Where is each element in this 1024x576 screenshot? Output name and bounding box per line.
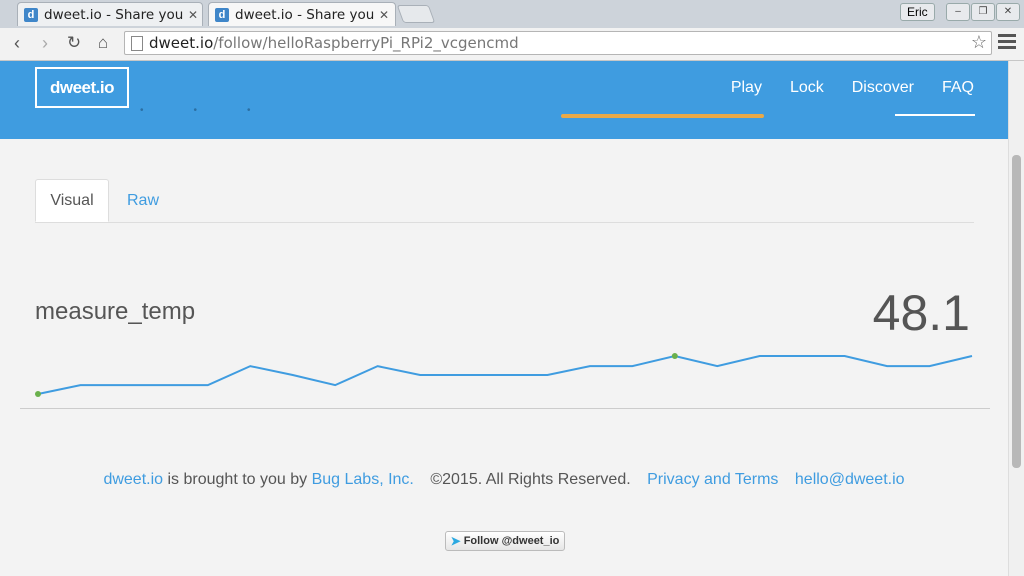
nav-discover[interactable]: Discover (852, 79, 914, 97)
new-tab-button[interactable] (396, 5, 436, 23)
browser-tab-2[interactable]: d dweet.io - Share you ✕ (208, 2, 396, 26)
header-decoration (895, 114, 975, 116)
sparkline-chart (35, 353, 973, 397)
back-icon[interactable]: ‹ (6, 32, 28, 54)
footer: dweet.io is brought to you by Bug Labs, … (0, 471, 1008, 489)
browser-toolbar: ‹ › ↻ ⌂ dweet.io/follow/helloRaspberryPi… (0, 28, 1024, 61)
close-window-icon[interactable]: ✕ (996, 3, 1020, 21)
metric-name: measure_temp (35, 298, 196, 325)
sparkline-marker (35, 391, 41, 397)
view-tabs: Visual Raw (35, 179, 974, 223)
scrollbar-thumb[interactable] (1012, 155, 1021, 468)
site-header: dweet.io ••• Play Lock Discover FAQ (0, 61, 1008, 139)
maximize-icon[interactable]: ❐ (971, 3, 995, 21)
reload-icon[interactable]: ↻ (63, 32, 85, 54)
metric-value: 48.1 (872, 285, 970, 341)
twitter-bird-icon: ➤ (450, 534, 461, 548)
main-nav: Play Lock Discover FAQ (731, 79, 974, 97)
site-logo[interactable]: dweet.io (35, 67, 129, 108)
footer-company-link[interactable]: Bug Labs, Inc. (312, 471, 414, 488)
footer-text: is brought to you by (163, 471, 312, 488)
tab-visual[interactable]: Visual (35, 179, 109, 222)
url-text[interactable]: dweet.io/follow/helloRaspberryPi_RPi2_vc… (149, 34, 519, 52)
tab-raw[interactable]: Raw (110, 179, 176, 222)
profile-button[interactable]: Eric (900, 3, 935, 21)
bookmark-star-icon[interactable]: ☆ (971, 32, 987, 53)
footer-copyright: ©2015. All Rights Reserved. (430, 471, 631, 488)
nav-play[interactable]: Play (731, 79, 762, 97)
home-icon[interactable]: ⌂ (92, 32, 114, 54)
dweet-favicon-icon: d (24, 7, 38, 22)
close-tab-icon[interactable]: ✕ (379, 8, 389, 22)
browser-tab-1[interactable]: d dweet.io - Share you ✕ (17, 2, 203, 26)
header-decoration: ••• (140, 105, 301, 116)
header-decoration (561, 114, 764, 118)
nav-faq[interactable]: FAQ (942, 79, 974, 97)
divider (20, 408, 990, 409)
browser-tab-bar: d dweet.io - Share you ✕ d dweet.io - Sh… (0, 0, 1024, 28)
page-icon (131, 36, 143, 51)
footer-privacy-link[interactable]: Privacy and Terms (647, 471, 778, 488)
close-tab-icon[interactable]: ✕ (188, 8, 198, 22)
tab-title: dweet.io - Share you (44, 6, 184, 23)
footer-site-link[interactable]: dweet.io (103, 471, 163, 488)
forward-icon[interactable]: › (34, 32, 56, 54)
nav-lock[interactable]: Lock (790, 79, 824, 97)
address-bar[interactable]: dweet.io/follow/helloRaspberryPi_RPi2_vc… (124, 31, 992, 55)
footer-email-link[interactable]: hello@dweet.io (795, 471, 905, 488)
dweet-favicon-icon: d (215, 7, 229, 22)
tab-title: dweet.io - Share you (235, 6, 375, 23)
sparkline-marker (671, 353, 678, 359)
twitter-follow-label: Follow @dweet_io (463, 535, 560, 547)
browser-menu-icon[interactable] (998, 34, 1016, 52)
minimize-icon[interactable]: – (946, 3, 970, 21)
twitter-follow-button[interactable]: ➤ Follow @dweet_io (445, 531, 565, 551)
sparkline-series (37, 354, 973, 395)
